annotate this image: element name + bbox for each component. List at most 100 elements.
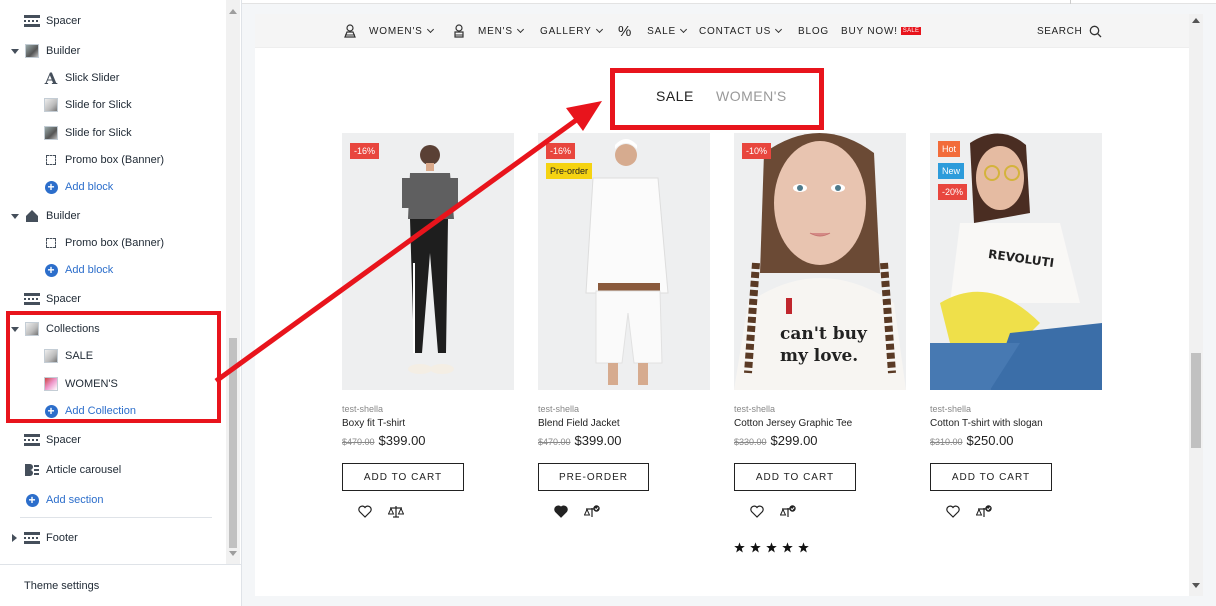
preview-scrollbar[interactable] [1189, 14, 1203, 596]
nav-blog-label: BLOG [798, 25, 829, 37]
highlight-box-collections [6, 311, 221, 423]
discount-badge: -16% [350, 143, 380, 159]
search-icon [1089, 25, 1102, 37]
percent-icon: % [618, 22, 633, 40]
nav-contact-label: CONTACT US [699, 25, 772, 37]
product-name[interactable]: Cotton T-shirt with slogan [930, 418, 1102, 429]
discount-badge: -20% [938, 184, 968, 200]
nav-blog[interactable]: BLOG [798, 14, 829, 48]
star-icon [766, 542, 777, 553]
chevron-down-icon[interactable] [11, 48, 19, 54]
add-block-label: Add block [65, 264, 114, 276]
star-icon [750, 542, 761, 553]
dashed-box-icon [43, 152, 59, 168]
product-card[interactable]: -16% Pre-order test-shella Blend Field J… [538, 133, 710, 518]
current-price: $250.00 [966, 433, 1014, 448]
compare-checked-icon[interactable] [780, 505, 796, 518]
add-to-cart-button[interactable]: ADD TO CART [734, 463, 856, 491]
compare-checked-icon[interactable] [976, 505, 992, 518]
nav-mens[interactable]: MEN'S [452, 14, 524, 48]
product-vendor: test-shella [342, 404, 384, 414]
product-actions [538, 505, 710, 518]
slide-thumbnail-icon [43, 125, 59, 141]
product-rating [734, 542, 809, 553]
chevron-right-icon[interactable] [12, 534, 17, 542]
product-card[interactable]: can't buy my love. -10% test-shella Cott… [734, 133, 906, 518]
nav-search-label: SEARCH [1037, 25, 1083, 37]
chevron-down-icon [775, 25, 783, 34]
theme-settings-button[interactable]: Theme settings [0, 564, 242, 606]
spacer-icon [24, 291, 40, 307]
product-vendor: test-shella [734, 404, 776, 414]
nav-gallery-label: GALLERY [540, 25, 592, 37]
product-card[interactable]: REVOLUTI Hot New -20% test-shella Cotton… [930, 133, 1102, 518]
nav-womens-label: WOMEN'S [369, 25, 423, 37]
store-navbar: WOMEN'S MEN'S GALLERY % SALE CONTACT US … [255, 14, 1189, 48]
scroll-down-arrow-icon[interactable] [229, 551, 237, 556]
nav-gallery[interactable]: GALLERY [540, 14, 603, 48]
product-name[interactable]: Boxy fit T-shirt [342, 418, 514, 429]
slide-thumbnail-icon [43, 97, 59, 113]
old-price: $470.00 [538, 437, 571, 447]
nav-womens[interactable]: WOMEN'S [343, 14, 434, 48]
current-price: $299.00 [770, 433, 818, 448]
discount-badge: -16% [546, 143, 576, 159]
sidebar-item-label: Builder [46, 210, 81, 222]
sidebar-divider [20, 517, 212, 518]
compare-checked-icon[interactable] [584, 505, 600, 518]
compare-scale-icon[interactable] [388, 505, 404, 518]
heart-outline-icon[interactable] [946, 505, 960, 518]
chevron-down-icon [595, 25, 603, 34]
nav-buy-now[interactable]: BUY NOW! SALE [841, 14, 922, 48]
add-to-cart-button[interactable]: ADD TO CART [930, 463, 1052, 491]
sidebar-item-label: Promo box (Banner) [65, 237, 165, 249]
heart-outline-icon[interactable] [358, 505, 372, 518]
plus-circle-icon: + [43, 262, 59, 278]
product-name[interactable]: Blend Field Jacket [538, 418, 710, 429]
nav-sale-label: SALE [647, 25, 676, 37]
star-icon [798, 542, 809, 553]
old-price: $470.00 [342, 437, 375, 447]
section-tree: Spacer Builder A Slick Slider Slide for … [0, 0, 224, 564]
spacer-icon [24, 13, 40, 29]
product-card[interactable]: -16% test-shella Boxy fit T-shirt $470.0… [342, 133, 514, 518]
product-vendor: test-shella [930, 404, 972, 414]
sidebar-item-label: Spacer [46, 15, 81, 27]
builder-thumbnail-icon [24, 43, 40, 59]
sidebar-item-label: Slide for Slick [65, 127, 132, 139]
home-icon [24, 208, 40, 224]
product-name[interactable]: Cotton Jersey Graphic Tee [734, 418, 906, 429]
pre-order-button[interactable]: PRE-ORDER [538, 463, 649, 491]
preview-scroll-thumb[interactable] [1191, 353, 1201, 448]
man-icon [454, 24, 464, 38]
product-image[interactable]: -16% [342, 133, 514, 390]
article-icon [24, 462, 40, 478]
star-icon [782, 542, 793, 553]
product-price: $310.00 $250.00 [930, 433, 1102, 448]
chevron-down-icon [679, 25, 687, 34]
tee-print-line-1: can't buy [780, 324, 868, 344]
scroll-up-arrow-icon[interactable] [229, 9, 237, 14]
sidebar-scroll-thumb[interactable] [229, 338, 237, 548]
scroll-down-arrow-icon[interactable] [1192, 583, 1200, 588]
chevron-down-icon [516, 25, 524, 34]
product-image[interactable]: can't buy my love. -10% [734, 133, 906, 390]
product-actions [342, 505, 514, 518]
sidebar-item-label: Article carousel [46, 464, 122, 476]
nav-search[interactable]: SEARCH [1037, 14, 1102, 48]
nav-contact[interactable]: CONTACT US [699, 14, 783, 48]
heart-filled-icon[interactable] [554, 505, 568, 518]
chevron-down-icon[interactable] [11, 213, 19, 219]
nav-sale[interactable]: % SALE [618, 14, 687, 48]
add-to-cart-button[interactable]: ADD TO CART [342, 463, 464, 491]
plus-circle-icon: + [43, 179, 59, 195]
product-image[interactable]: REVOLUTI Hot New -20% [930, 133, 1102, 390]
chevron-down-icon [426, 25, 434, 34]
new-badge: New [938, 163, 965, 179]
sale-tag-badge: SALE [900, 27, 922, 35]
heart-outline-icon[interactable] [750, 505, 764, 518]
current-price: $399.00 [378, 433, 426, 448]
product-image[interactable]: -16% Pre-order [538, 133, 710, 390]
product-actions [734, 505, 906, 518]
scroll-up-arrow-icon[interactable] [1192, 18, 1200, 23]
